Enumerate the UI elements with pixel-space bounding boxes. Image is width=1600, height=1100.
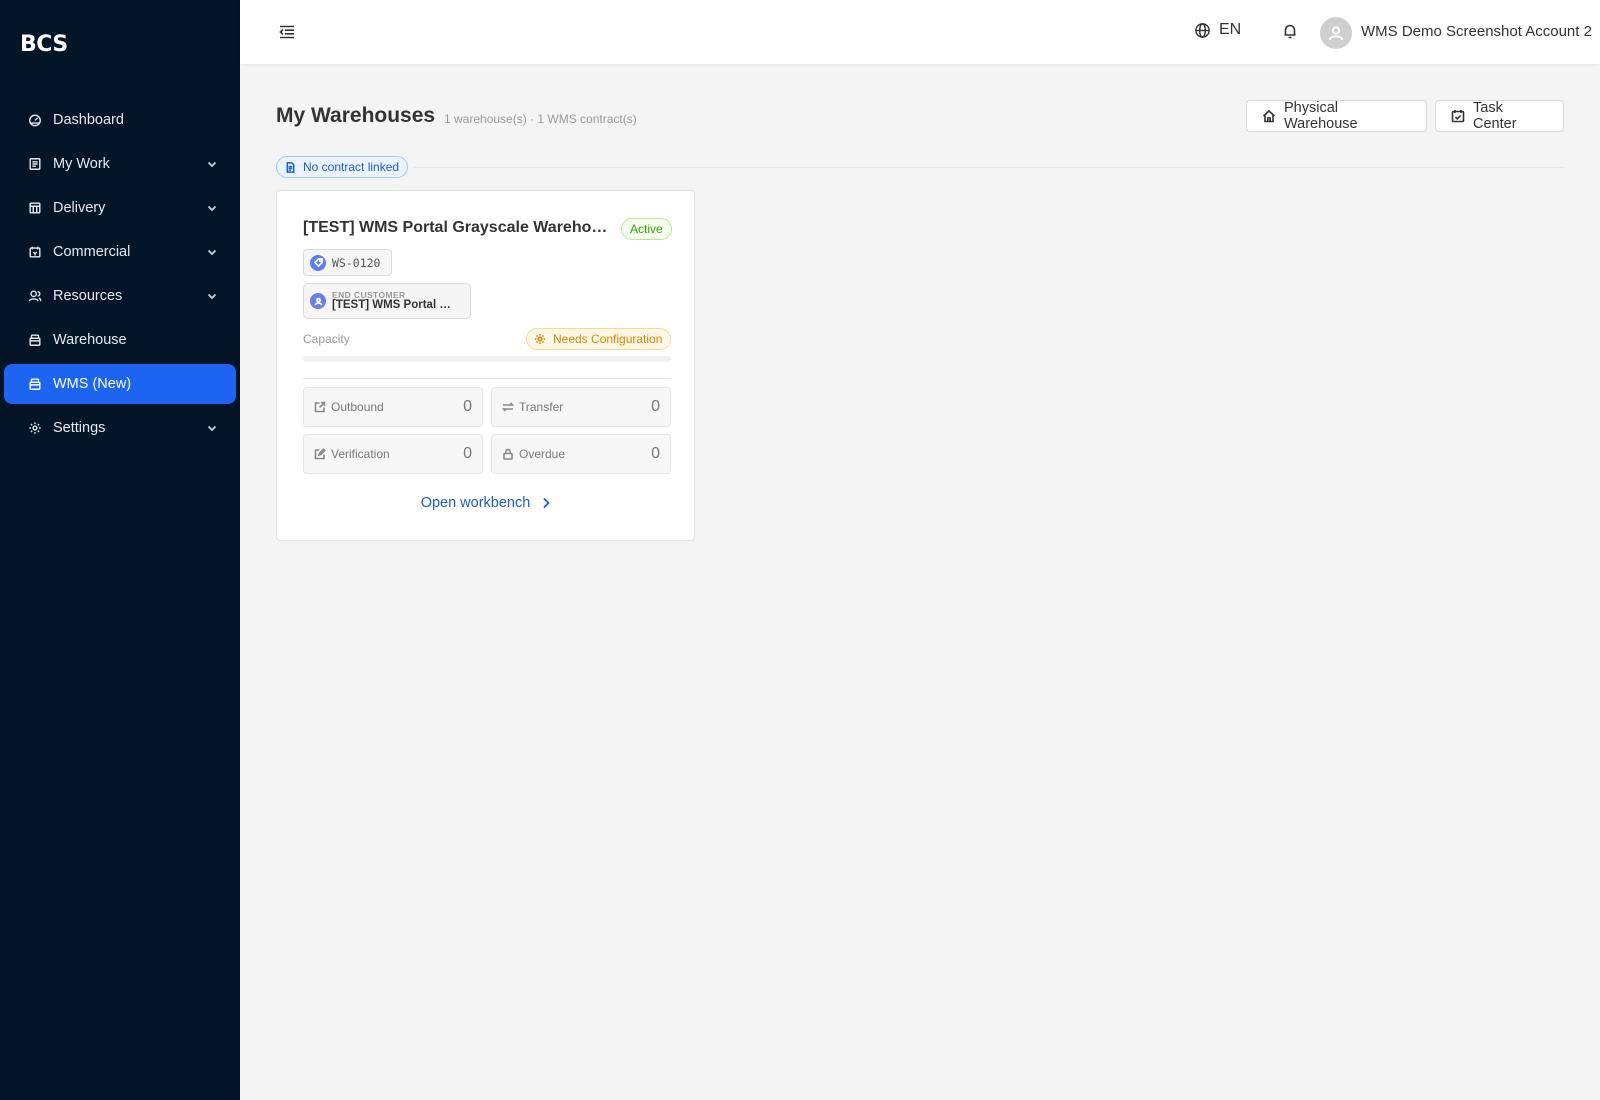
sidebar-item-delivery[interactable]: Delivery xyxy=(4,188,236,228)
chevron-right-icon xyxy=(530,497,552,509)
globe-icon xyxy=(1194,22,1219,39)
sidebar-item-label: My Work xyxy=(53,156,110,172)
customer-icon xyxy=(310,293,326,309)
top-header: EN WMS Demo Screenshot Account 2 xyxy=(240,0,1600,64)
commercial-icon xyxy=(28,245,42,259)
bell-icon[interactable] xyxy=(1281,22,1299,40)
physical-warehouse-label: Physical Warehouse xyxy=(1284,100,1358,132)
account-name[interactable]: WMS Demo Screenshot Account 2 xyxy=(1361,23,1592,40)
warehouse-card[interactable]: [TEST] WMS Portal Grayscale Warehouse Ac… xyxy=(276,190,695,541)
sidebar-item-label: Settings xyxy=(53,420,106,436)
user-icon xyxy=(1328,26,1344,41)
sidebar-item-label: Delivery xyxy=(53,200,106,216)
sidebar-item-label: Resources xyxy=(53,288,123,304)
stat-value: 0 xyxy=(651,398,660,415)
sidebar-item-label: Dashboard xyxy=(53,112,124,128)
stat-label: Overdue xyxy=(519,447,566,461)
document-icon xyxy=(285,161,303,173)
chevron-down-icon xyxy=(206,290,218,302)
gear-icon xyxy=(534,333,553,345)
stat-label: Verification xyxy=(331,447,390,461)
chevron-down-icon xyxy=(206,246,218,258)
sidebar-item-label: WMS (New) xyxy=(53,376,132,392)
avatar[interactable] xyxy=(1320,17,1352,49)
capacity-progress-bar xyxy=(303,356,671,362)
language-label: EN xyxy=(1219,21,1242,38)
status-badge: Active xyxy=(621,218,672,240)
end-customer-name: [TEST] WMS Portal Grayscale Customer xyxy=(332,299,458,312)
app-logo[interactable]: BCS xyxy=(20,32,68,57)
home-icon xyxy=(1262,109,1284,123)
page-title: My Warehouses xyxy=(276,104,436,127)
customer-text: END CUSTOMER [TEST] WMS Portal Grayscale… xyxy=(332,289,458,312)
sidebar-item-settings[interactable]: Settings xyxy=(4,408,236,448)
sidebar-item-commercial[interactable]: Commercial xyxy=(4,232,236,272)
sidebar-item-label: Warehouse xyxy=(53,332,127,348)
sidebar-item-wms-new[interactable]: WMS (New) xyxy=(4,364,236,404)
transfer-icon xyxy=(502,401,519,413)
group-divider xyxy=(414,167,1564,168)
users-icon xyxy=(28,289,42,303)
stat-label: Transfer xyxy=(519,400,564,414)
capacity-label: Capacity xyxy=(303,332,350,346)
calendar-check-icon xyxy=(1451,109,1473,123)
needs-configuration-badge: Needs Configuration xyxy=(526,328,671,350)
stat-outbound[interactable]: Outbound 0 xyxy=(303,387,483,427)
open-workbench-link[interactable]: Open workbench xyxy=(277,495,696,511)
page-subtitle: 1 warehouse(s) · 1 WMS contract(s) xyxy=(444,112,637,126)
end-customer-label: END CUSTOMER xyxy=(332,289,406,300)
stat-verification[interactable]: Verification 0 xyxy=(303,434,483,474)
warehouse-code: WS-0120 xyxy=(332,255,381,270)
stat-overdue[interactable]: Overdue 0 xyxy=(491,434,671,474)
sidebar-item-resources[interactable]: Resources xyxy=(4,276,236,316)
contract-group-tag: No contract linked xyxy=(276,156,409,178)
end-customer-chip: END CUSTOMER [TEST] WMS Portal Grayscale… xyxy=(303,283,471,319)
contract-tag-label: No contract linked xyxy=(303,160,400,174)
box-icon xyxy=(28,333,42,347)
warehouse-name: [TEST] WMS Portal Grayscale Warehouse xyxy=(303,219,609,236)
stat-value: 0 xyxy=(463,398,472,415)
lock-icon xyxy=(502,448,519,460)
list-icon xyxy=(28,157,42,171)
stat-label: Outbound xyxy=(331,400,384,414)
export-icon xyxy=(314,401,331,413)
physical-warehouse-button[interactable]: Physical Warehouse xyxy=(1246,100,1427,132)
sidebar: BCS Dashboard My Work Delivery Commercia… xyxy=(0,0,240,1100)
menu-collapse-icon[interactable] xyxy=(278,23,296,41)
needs-configuration-label: Needs Configuration xyxy=(553,332,663,346)
gear-icon xyxy=(28,421,42,435)
task-center-label: Task Center xyxy=(1473,100,1517,132)
stat-value: 0 xyxy=(651,445,660,462)
warehouse-code-chip: WS-0120 xyxy=(303,249,392,276)
chevron-down-icon xyxy=(206,422,218,434)
card-divider xyxy=(303,378,671,379)
task-center-button[interactable]: Task Center xyxy=(1435,100,1564,132)
sidebar-nav: Dashboard My Work Delivery Commercial Re… xyxy=(4,100,236,452)
tag-icon xyxy=(310,254,326,271)
edit-icon xyxy=(314,448,331,460)
sidebar-item-label: Commercial xyxy=(53,244,131,260)
stat-transfer[interactable]: Transfer 0 xyxy=(491,387,671,427)
chevron-down-icon xyxy=(206,202,218,214)
open-workbench-label: Open workbench xyxy=(420,495,531,511)
sidebar-item-dashboard[interactable]: Dashboard xyxy=(4,100,236,140)
stat-value: 0 xyxy=(463,445,472,462)
delivery-icon xyxy=(28,201,42,215)
sidebar-item-my-work[interactable]: My Work xyxy=(4,144,236,184)
sidebar-item-warehouse[interactable]: Warehouse xyxy=(4,320,236,360)
language-switcher[interactable]: EN xyxy=(1194,21,1241,39)
box-icon xyxy=(28,377,42,391)
dashboard-icon xyxy=(28,113,42,127)
chevron-down-icon xyxy=(206,158,218,170)
